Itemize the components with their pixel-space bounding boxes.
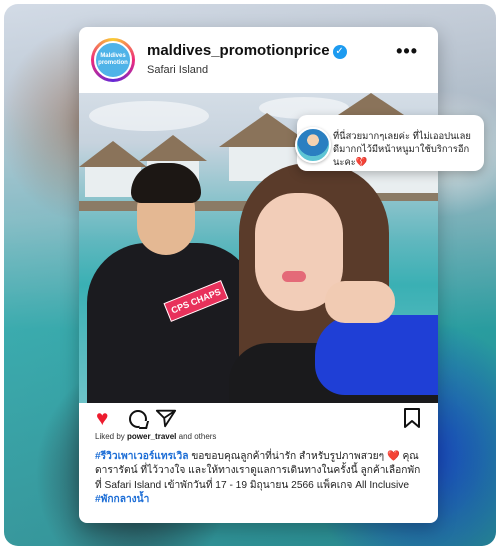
more-icon[interactable]: ••• xyxy=(396,41,418,62)
blue-sleeve xyxy=(315,315,438,395)
hut-roof xyxy=(79,141,147,167)
profile-avatar[interactable]: Maldives promotion xyxy=(91,38,135,82)
liked-suffix: and others xyxy=(178,432,217,441)
location-label[interactable]: Safari Island xyxy=(147,64,208,76)
heart-emoji-icon: ❤️ xyxy=(386,451,400,462)
heart-icon[interactable]: ♥ xyxy=(96,408,108,429)
hut-roof xyxy=(139,135,207,161)
woman-hand xyxy=(325,281,395,323)
share-icon[interactable] xyxy=(155,407,177,429)
commenter-avatar xyxy=(295,127,331,163)
cloud xyxy=(89,101,209,131)
verified-icon: ✓ xyxy=(332,45,347,59)
comment-text: ที่นี่สวยมากๆเลยค่ะ ที่ไม่เออปนเลย ดีมาก… xyxy=(333,130,471,167)
caption-text: ขอขอบคุณลูกค้าที่น่ารัก สำหรับรูปภาพสวยๆ xyxy=(188,451,385,462)
post-header: Maldives promotion maldives_promotionpri… xyxy=(79,27,438,93)
avatar-logo: Maldives promotion xyxy=(94,41,132,79)
hashtag-link[interactable]: #พักกลางน้ำ xyxy=(95,494,149,505)
post-actions: ♥ xyxy=(79,403,438,433)
instagram-post-card: Maldives promotion maldives_promotionpri… xyxy=(79,27,438,523)
avatar-text-line2: promotion xyxy=(98,60,128,66)
liked-prefix: Liked by xyxy=(95,432,125,441)
likes-line: Liked by power_travel and others xyxy=(95,432,216,441)
save-icon[interactable] xyxy=(403,407,421,429)
comment-icon[interactable] xyxy=(129,410,147,428)
woman-lips xyxy=(282,271,306,282)
username[interactable]: maldives_promotionprice ✓ xyxy=(147,42,347,59)
hashtag-link[interactable]: #รีวิวเพาเวอร์แทรเวิล xyxy=(95,451,189,462)
avatar-text-line1: Maldives xyxy=(100,53,126,59)
comment-bubble: ที่นี่สวยมากๆเลยค่ะ ที่ไม่เออปนเลย ดีมาก… xyxy=(295,115,484,171)
post-caption: #รีวิวเพาเวอร์แทรเวิล ขอขอบคุณลูกค้าที่น… xyxy=(95,450,425,507)
liked-user[interactable]: power_travel xyxy=(127,432,176,441)
username-text: maldives_promotionprice xyxy=(147,42,330,59)
